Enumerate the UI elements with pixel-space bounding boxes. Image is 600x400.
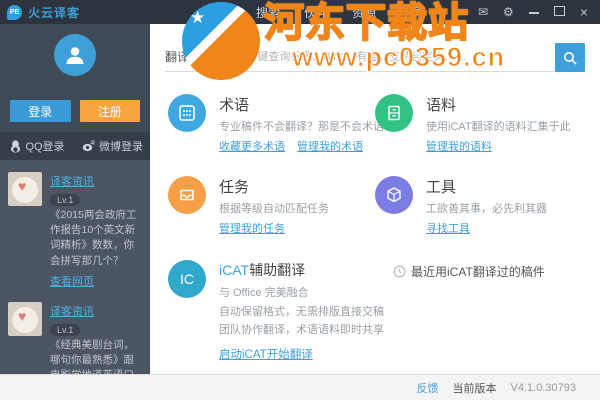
icat-section: IC iCAT辅助翻译 与 Office 完美融合 自动保留格式，无需排版直接交… (168, 260, 600, 363)
icat-line: 与 Office 完美融合 (219, 287, 309, 299)
launch-icat-link[interactable]: 启动iCAT开始翻译 (219, 346, 313, 362)
news-item: ♥ 译客资讯 Lv.1 《经典美剧台词，哪句你最熟悉》跟电影学地道英语口语~~~… (0, 294, 150, 374)
feature-desc: 工欲善其事，必先利其器 (426, 203, 547, 215)
settings-gear-icon[interactable]: ⚙ (503, 6, 514, 18)
manage-terms-link[interactable]: 管理我的术语 (297, 138, 363, 154)
user-avatar[interactable] (54, 34, 96, 76)
news-item: ♥ 译客资讯 Lv.1 《2015两会政府工作报告10个英文新词精析》数数，你会… (0, 164, 150, 294)
maximize-icon[interactable] (553, 6, 565, 18)
find-tools-link[interactable]: 寻找工具 (426, 220, 470, 236)
news-source-link[interactable]: 译客资讯 (50, 173, 94, 189)
level-badge: Lv.1 (50, 323, 81, 336)
news-text: 《2015两会政府工作报告10个英文新词精析》数数，你会拼写那几个？ (50, 209, 137, 267)
news-text: 《经典美剧台词，哪句你最熟悉》跟电影学地道英语口语~~~ (50, 338, 134, 374)
search-input[interactable] (244, 49, 555, 64)
tab-tools[interactable]: 工具 (400, 4, 424, 21)
tools-cube-icon (375, 176, 413, 214)
corpus-icon (375, 94, 413, 132)
minimize-icon[interactable] (528, 6, 539, 18)
translation-search-bar: 翻译搜索 ▾ | (165, 42, 585, 72)
latte-heart-icon: ♥ (18, 178, 27, 194)
version-number: V4.1.0.30793 (510, 381, 576, 394)
title-bar: PE 火云译客 首页 搜索 伙伴 资源 工具 ✉ ⚙ × (0, 0, 600, 24)
collect-terms-link[interactable]: 收藏更多术语 (219, 138, 285, 154)
qq-login-label: QQ登录 (25, 141, 65, 153)
social-login-bar: QQ登录 微博登录 (0, 132, 150, 160)
icat-line: 团队协作翻译，术语语料即时共享 (219, 324, 384, 337)
feature-tools: 工具 工欲善其事，必先利其器 寻找工具 (375, 176, 600, 236)
profile-section (0, 24, 150, 88)
news-thumbnail: ♥ (8, 172, 42, 206)
auth-buttons: 登录 注册 (0, 88, 150, 132)
feature-title: 工具 (426, 179, 457, 196)
weibo-icon (82, 140, 95, 152)
feature-desc: 专业稿件不会翻译？那是不会术语！ (219, 121, 395, 133)
tab-search[interactable]: 搜索 (256, 4, 280, 21)
terms-icon (168, 94, 206, 132)
logo-bubble-icon: PE (7, 4, 22, 20)
feature-tasks: 任务 根据等级自动匹配任务 管理我的任务 (168, 176, 375, 236)
news-thumbnail: ♥ (8, 301, 42, 336)
sidebar: 登录 注册 QQ登录 微博登录 ♥ 译客资讯 Lv.1 《2015两会政府工作报… (0, 24, 150, 374)
separator: | (233, 49, 237, 64)
manage-tasks-link[interactable]: 管理我的任务 (219, 220, 285, 236)
recent-documents: 最近用iCAT翻译过的稿件 (393, 263, 545, 280)
clock-icon (393, 265, 406, 278)
search-scope-label[interactable]: 翻译搜索 (165, 48, 213, 65)
status-bar: 反馈 当前版本 V4.1.0.30793 (0, 374, 600, 400)
feature-desc: 根据等级自动匹配任务 (219, 203, 329, 215)
main-nav: 首页 搜索 伙伴 资源 工具 (208, 4, 424, 21)
mail-icon[interactable]: ✉ (478, 6, 488, 18)
app-title: 火云译客 (28, 5, 81, 20)
register-button[interactable]: 注册 (79, 100, 140, 122)
tab-resources[interactable]: 资源 (352, 4, 376, 21)
feature-title: 术语 (219, 97, 250, 114)
feature-title: 语料 (426, 97, 457, 114)
login-button[interactable]: 登录 (10, 100, 71, 122)
qq-login-button[interactable]: QQ登录 (0, 138, 75, 154)
manage-corpus-link[interactable]: 管理我的语料 (426, 138, 492, 154)
level-badge: Lv.1 (50, 194, 81, 206)
feature-terms: 术语 专业稿件不会翻译？那是不会术语！ 收藏更多术语 管理我的术语 (168, 94, 395, 154)
chevron-down-icon[interactable]: ▾ (221, 52, 225, 61)
icat-line: 自动保留格式，无需排版直接交稿 (219, 305, 384, 318)
feature-desc: 使用iCAT翻译的语料汇集于此 (426, 121, 571, 133)
news-feed: ♥ 译客资讯 Lv.1 《2015两会政府工作报告10个英文新词精析》数数，你会… (0, 160, 150, 374)
news-source-link[interactable]: 译客资讯 (50, 303, 94, 319)
feature-title: 任务 (219, 179, 250, 196)
weibo-login-label: 微博登录 (99, 141, 143, 153)
qq-penguin-icon (11, 139, 21, 153)
feedback-link[interactable]: 反馈 (417, 380, 439, 396)
tab-home[interactable]: 首页 (208, 4, 232, 21)
main-content: 翻译搜索 ▾ | 一键查询谷歌、Bing、有道，支持自定义…… 术语 专业稿件不… (150, 24, 600, 374)
tab-partners[interactable]: 伙伴 (304, 4, 328, 21)
close-icon[interactable]: × (580, 5, 588, 19)
app-logo: PE 火云译客 (0, 4, 80, 21)
tasks-icon (168, 176, 206, 214)
search-icon (564, 51, 577, 65)
window-controls: ✉ ⚙ × (478, 5, 600, 19)
latte-heart-icon: ♥ (18, 307, 27, 324)
version-label: 当前版本 (452, 382, 497, 395)
weibo-login-button[interactable]: 微博登录 (75, 138, 150, 154)
person-icon (66, 47, 84, 64)
view-page-link[interactable]: 查看网页 (50, 273, 94, 289)
search-button[interactable] (555, 43, 585, 72)
feature-corpus: 语料 使用iCAT翻译的语料汇集于此 管理我的语料 (375, 94, 600, 154)
icat-icon: IC (168, 260, 206, 298)
recent-documents-label: 最近用iCAT翻译过的稿件 (411, 265, 545, 279)
app-window: PE 火云译客 首页 搜索 伙伴 资源 工具 ✉ ⚙ × 登录 注册 QQ登录 … (0, 0, 600, 400)
feature-grid: 术语 专业稿件不会翻译？那是不会术语！ 收藏更多术语 管理我的术语 语料 使用i… (168, 94, 600, 236)
icat-title: iCAT辅助翻译 (219, 262, 306, 278)
